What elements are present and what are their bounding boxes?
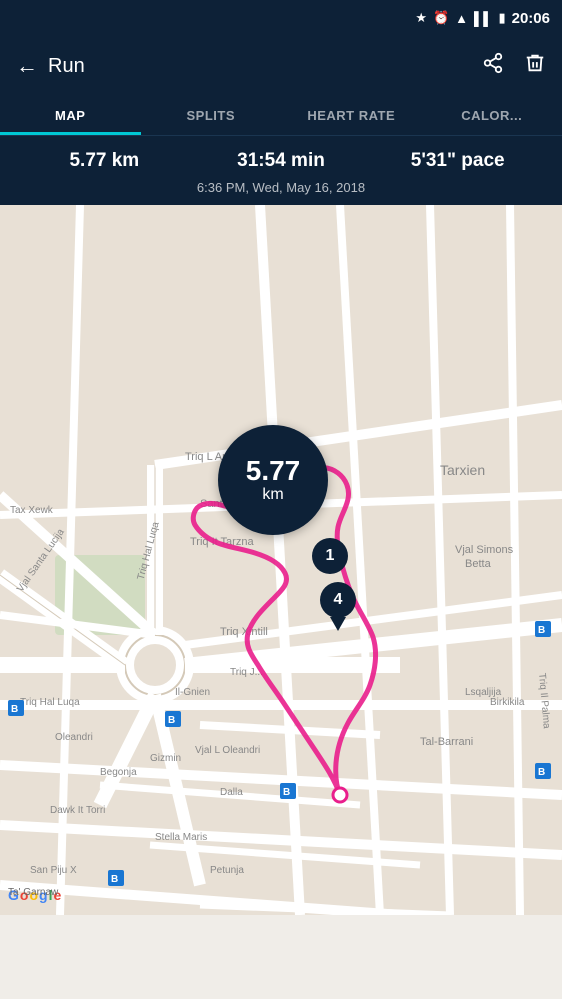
battery-icon: ▮ [498, 10, 505, 26]
status-icons: ★ ⏰ ▲ ▌▌ ▮ 20:06 [415, 10, 550, 27]
share-button[interactable] [482, 52, 504, 80]
stat-date: 6:36 PM, Wed, May 16, 2018 [197, 180, 365, 195]
tab-splits[interactable]: SPLITS [141, 96, 282, 135]
distance-unit: km [262, 486, 283, 504]
status-bar: ★ ⏰ ▲ ▌▌ ▮ 20:06 [0, 0, 562, 36]
back-button[interactable]: ← [16, 53, 38, 79]
page-title: Run [48, 55, 85, 78]
status-time: 20:06 [512, 10, 550, 27]
header-left: ← Run [16, 53, 85, 79]
tab-bar: MAP SPLITS HEART RATE CALOR... [0, 96, 562, 136]
wifi-icon: ▲ [455, 11, 468, 26]
tab-heart-rate[interactable]: HEART RATE [281, 96, 422, 135]
distance-value: 5.77 [246, 456, 301, 487]
stat-distance: 5.77 km [16, 150, 193, 172]
header-actions [482, 52, 546, 80]
tab-map[interactable]: MAP [0, 96, 141, 135]
route-path [0, 205, 562, 915]
waypoint-1: 1 [312, 538, 348, 574]
stats-bar: 5.77 km 31:54 min 5'31" pace 6:36 PM, We… [0, 136, 562, 205]
bluetooth-icon: ★ [415, 10, 427, 26]
map-container[interactable]: Triq L Annunzjata Tax Xewk Triq Hal Luqa… [0, 205, 562, 915]
distance-bubble: 5.77 km [218, 425, 328, 535]
stat-pace: 5'31" pace [369, 150, 546, 172]
signal-icon: ▌▌ [474, 11, 492, 26]
bottom-location-label: Ta' Garnaw [8, 882, 58, 900]
stats-row: 5.77 km 31:54 min 5'31" pace [16, 150, 546, 172]
stat-time: 31:54 min [193, 150, 370, 172]
delete-button[interactable] [524, 52, 546, 80]
tab-calories[interactable]: CALOR... [422, 96, 562, 135]
alarm-icon: ⏰ [433, 10, 449, 26]
pin-tail [330, 617, 346, 631]
header: ← Run [0, 36, 562, 96]
waypoint-4-pin: 4 [320, 582, 356, 631]
